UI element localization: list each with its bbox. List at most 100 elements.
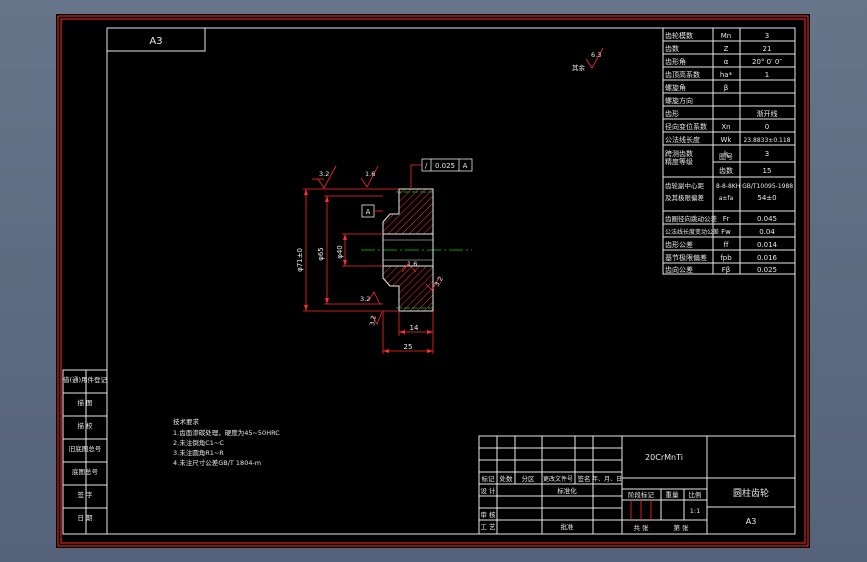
param-name: 螺旋角	[665, 83, 686, 92]
param-sym: Wk	[721, 136, 733, 144]
param-name: 齿数	[665, 44, 679, 53]
sheet-size: A3	[746, 517, 757, 526]
sheet-no: 第 张	[673, 523, 689, 532]
strip-label: 描 图	[77, 398, 92, 407]
strip-label: 签 字	[77, 490, 93, 499]
roughness-value: 3.2	[368, 315, 378, 327]
param-name: 齿形	[665, 110, 679, 118]
param-name: 齿形公差	[665, 240, 693, 249]
standardization-label: 标准化	[557, 486, 577, 495]
param-sym: fpb	[720, 254, 732, 262]
param-name: 齿圈径向跳动公差	[665, 214, 718, 223]
param-name: 齿顶高系数	[665, 70, 700, 79]
param-val: 20° 0′ 0″	[752, 58, 782, 66]
part-name: 圆柱齿轮	[733, 487, 769, 499]
svg-text:A: A	[366, 208, 371, 216]
param-val: 0	[765, 123, 769, 131]
strip-label: 描 校	[77, 421, 93, 430]
param-sym: Z	[724, 45, 729, 53]
param-val: 0.045	[757, 215, 777, 223]
notes-title: 技术要求	[173, 417, 200, 426]
param-val: 0.014	[757, 241, 778, 249]
param-val: 0.016	[757, 254, 778, 262]
rev-header: 标记	[482, 474, 496, 483]
technical-notes: 技术要求 1.齿面渗碳处理，硬度为45~50HRC 2.未注倒角C1~C 3.未…	[173, 417, 280, 467]
approve-label: 批准	[561, 522, 575, 531]
param-val: 0.04	[759, 228, 775, 236]
param-sym: Fβ	[722, 266, 731, 274]
precision-sub2-val: 15	[763, 167, 772, 175]
material: 20CrMnTi	[645, 453, 683, 462]
title-block: 20CrMnTi 圆柱齿轮 A3 标记 处数 分区 更改文件号 签名 年、月、日…	[478, 435, 796, 535]
strip-label: 底图总号	[72, 467, 99, 476]
roughness-other-label: 其余	[572, 63, 586, 72]
roughness-value: 1.6	[407, 260, 417, 268]
dim-bore-dia: φ40	[336, 245, 344, 259]
roughness-other-value: 6.3	[591, 51, 601, 59]
param-name: 基节极限偏差	[665, 253, 707, 262]
strip-label: 日 期	[77, 514, 93, 522]
dim-hub-dia: φ65	[317, 247, 325, 261]
param-sym: Fr	[723, 215, 730, 223]
param-name: 齿向公差	[665, 265, 693, 274]
param-name: 齿轮副中心距	[665, 181, 705, 190]
param-sym: ha*	[720, 71, 733, 79]
param-name: 螺旋方向	[665, 96, 693, 105]
param-sym: α	[724, 58, 729, 66]
param-val: 1	[765, 71, 769, 79]
param-name: 公法线长度	[665, 135, 700, 144]
tolerance-frame: / 0.025 A	[410, 158, 473, 189]
center-dist-val: 54±0	[757, 194, 776, 202]
param-sym: Fw	[721, 228, 731, 236]
strip-label: 借(通)用件登记	[63, 375, 108, 384]
param-val: 21	[763, 45, 772, 53]
reviewer-label: 审 核	[480, 510, 496, 519]
param-sym: Mn	[721, 32, 731, 40]
roughness-value: 3.2	[319, 170, 329, 178]
size-label: A3	[149, 36, 162, 47]
designer-label: 设 计	[480, 486, 496, 495]
section-upper	[382, 188, 434, 235]
weight-label: 重量	[666, 491, 680, 499]
dim-outer-dia: φ71±0	[296, 248, 304, 272]
rev-header: 分区	[522, 474, 536, 483]
param-name: 跨测齿数	[665, 149, 693, 158]
left-strip: 借(通)用件登记 描 图 描 校 旧底图总号 底图总号 签 字 日 期	[62, 369, 108, 535]
section-lower	[382, 265, 434, 312]
dim-total-length: 25	[404, 343, 413, 351]
note-line: 4.未注尺寸公差GB/T 1804-m	[173, 458, 261, 467]
size-label-box: A3	[106, 27, 206, 52]
datum-box: A	[361, 204, 383, 218]
param-val: 23.8833±0.118	[743, 137, 790, 144]
tolerance-value: 0.025	[435, 162, 455, 170]
note-line: 3.未注圆角R1~R	[173, 448, 224, 457]
center-dist-line2: 及其极限偏差	[665, 193, 705, 202]
rev-header: 处数	[500, 474, 514, 483]
strip-label: 旧底图总号	[69, 444, 102, 453]
precision-line: 8-8-8KH GB/T10095-1988	[716, 183, 793, 190]
center-dist-sym: a±fa	[719, 195, 734, 202]
rev-header: 年、月、日	[592, 475, 622, 483]
tolerance-datum: A	[463, 162, 468, 170]
precision-sub1: 图号	[719, 153, 733, 161]
param-val: 0.025	[757, 266, 777, 274]
note-line: 1.齿面渗碳处理，硬度为45~50HRC	[173, 428, 280, 437]
gear-parameter-table: 齿轮模数 Mn 3 齿数 Z 21 齿形角 α 20° 0′ 0″ 齿顶高系数 …	[662, 27, 796, 275]
param-sym: β	[724, 84, 728, 92]
roughness-value: 1.6	[365, 170, 375, 178]
drawing-sheet: A3 齿轮模数 Mn 3 齿数 Z 21 齿形角 α 20° 0′ 0″ 齿顶高…	[56, 14, 810, 548]
param-val: 3	[765, 150, 769, 158]
dim-step-length: 14	[410, 324, 419, 332]
scale-label: 比例	[689, 490, 702, 499]
rev-header: 更改文件号	[543, 475, 573, 483]
rev-header: 签名	[578, 474, 591, 483]
process-label: 工 艺	[480, 523, 496, 531]
stage-label: 阶段标记	[628, 490, 655, 499]
gear-section-view: φ71±0 φ65 φ40 14 25 A / 0.025 A 3.2 1.6 …	[296, 47, 604, 354]
param-name: 公法线长度变动公差	[665, 228, 719, 236]
param-sym: Xn	[721, 123, 730, 131]
param-name: 精度等级	[665, 157, 693, 166]
param-sym: ff	[724, 241, 729, 249]
param-val: 3	[765, 32, 769, 40]
param-val: 渐开线	[757, 109, 778, 118]
